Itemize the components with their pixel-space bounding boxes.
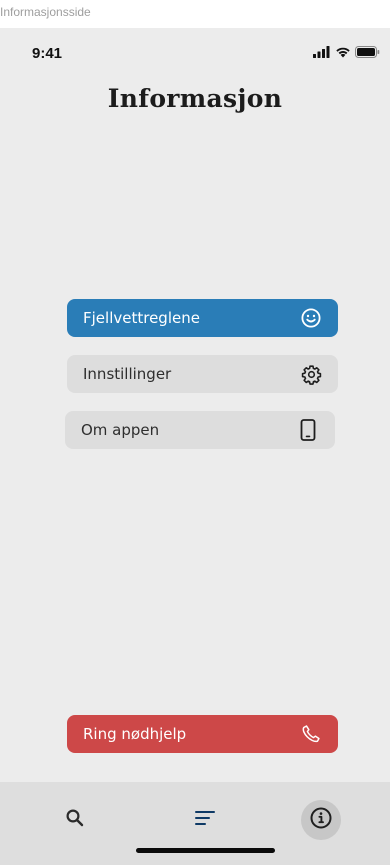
wifi-icon xyxy=(336,47,350,58)
canvas-label: Informasjonsside xyxy=(0,5,91,19)
gear-icon xyxy=(300,363,322,385)
info-icon xyxy=(309,806,333,834)
phone-screen: 9:41 Informasjon Fjellvettreglene Innsti… xyxy=(0,28,390,865)
battery-icon xyxy=(355,46,380,58)
ring-nodhjelp-label: Ring nødhjelp xyxy=(83,725,187,743)
page-title: Informasjon xyxy=(107,84,283,113)
menu-lines-icon xyxy=(194,809,216,831)
status-bar: 9:41 xyxy=(0,28,390,68)
om-appen-label: Om appen xyxy=(81,421,160,439)
status-time: 9:41 xyxy=(32,45,63,62)
innstillinger-label: Innstillinger xyxy=(83,365,172,383)
smiley-icon xyxy=(300,307,322,329)
fjellvettreglene-button[interactable]: Fjellvettreglene xyxy=(67,299,338,337)
status-icons xyxy=(313,46,380,58)
search-icon xyxy=(65,808,85,832)
fjellvettreglene-label: Fjellvettreglene xyxy=(83,309,200,327)
signal-icon xyxy=(313,46,330,58)
om-appen-button[interactable]: Om appen xyxy=(65,411,335,449)
tab-info[interactable] xyxy=(301,800,341,840)
phone-call-icon xyxy=(300,723,322,745)
home-indicator xyxy=(136,848,275,853)
phone-device-icon xyxy=(297,419,319,441)
tab-list[interactable] xyxy=(185,800,225,840)
tab-search[interactable] xyxy=(55,800,95,840)
ring-nodhjelp-button[interactable]: Ring nødhjelp xyxy=(67,715,338,753)
innstillinger-button[interactable]: Innstillinger xyxy=(67,355,338,393)
